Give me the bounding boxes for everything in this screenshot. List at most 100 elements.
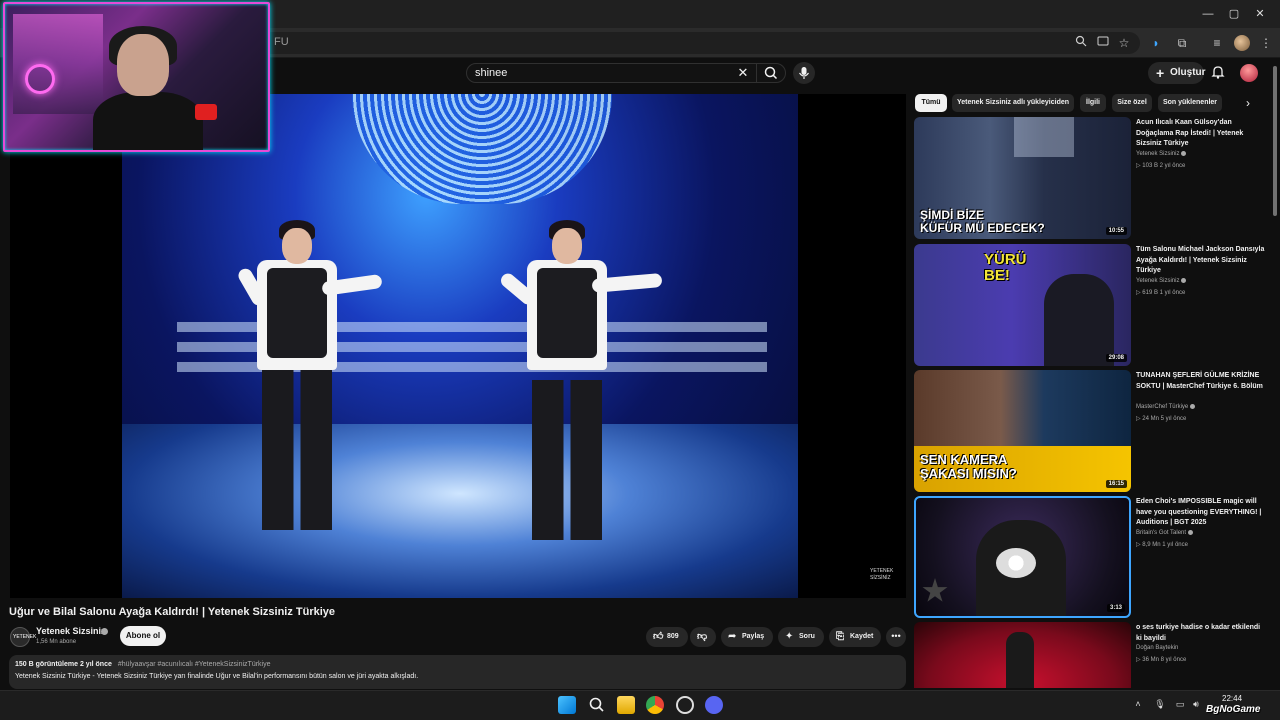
channel-name[interactable]: Yetenek Sizsiniz [36,626,106,636]
chevron-right-icon[interactable]: › [1240,94,1256,112]
chip-for-you[interactable]: Size özel [1112,94,1152,112]
search-query: shinee [475,67,508,79]
description-box[interactable]: 150 B görüntüleme 2 yıl önce #hülyaavşar… [9,655,906,689]
chip-from-uploader[interactable]: Yetenek Sizsiniz adlı yükleyiciden [952,94,1074,112]
recommendation-item[interactable]: o ses turkiye hadise o kadar etkilendi k… [914,622,1269,688]
save-button[interactable]: ⎘ Kaydet [829,627,881,647]
chip-all[interactable]: Tümü [915,94,947,112]
disco-light [352,94,612,204]
recommendation-item[interactable]: 3:13 Eden Choi's IMPOSSIBLE magic will h… [914,496,1269,618]
video-thumbnail[interactable]: SEN KAMERA ŞAKASI MISIN? 16:15 [914,370,1131,492]
verified-icon [1188,530,1194,535]
voice-search-button[interactable] [793,62,815,84]
recommendation-title[interactable]: o ses turkiye hadise o kadar etkilendi k… [1136,623,1266,644]
duration-badge: 29:08 [1105,354,1127,362]
extension-audio-icon[interactable]: ◗ [1148,35,1164,51]
share-button[interactable]: ➦ Paylaş [721,627,773,647]
windows-start-icon[interactable] [558,696,576,714]
recommendation-channel[interactable]: Britain's Got Talent [1136,530,1194,537]
subscriber-count: 1,56 Mn abone [36,639,77,645]
sparkle-icon: ✦ [785,631,794,642]
tray-network-icon[interactable]: ▭ [1174,698,1186,710]
ask-label: Soru [799,633,815,640]
webcam-neon-moon [25,64,55,94]
webcam-overlay [3,2,270,152]
discord-icon[interactable] [705,696,723,714]
tray-mic-icon[interactable]: 🎙︎ [1154,698,1166,710]
clear-search-icon[interactable]: ✕ [735,64,751,82]
maximize-icon[interactable]: ▢ [1226,6,1242,22]
create-button[interactable]: + Oluştur [1148,62,1206,84]
taskbar-clock[interactable]: 22:44 [1222,694,1242,703]
video-thumbnail[interactable] [914,622,1131,688]
chrome-icon[interactable] [646,696,664,714]
view-count: 150 B görüntüleme [15,661,79,668]
video-player[interactable] [10,94,906,598]
description-meta: 150 B görüntüleme 2 yıl önce #hülyaavşar… [15,661,271,668]
verified-icon [1181,151,1187,156]
recommendation-title[interactable]: TUNAHAN ŞEFLERİ GÜLME KRİZİNE SOKTU | Ma… [1136,371,1266,392]
description-text: Yetenek Sizsiniz Türkiye - Yetenek Sizsi… [15,673,419,680]
browser-profile-avatar[interactable] [1234,35,1250,51]
tray-chevron-icon[interactable]: ˄ [1132,698,1144,710]
channel-watermark: YETENEK SİZSİNİZ [870,568,894,581]
duration-badge: 10:55 [1105,227,1127,235]
taskbar-search-icon[interactable] [588,696,606,714]
zoom-icon[interactable] [1073,35,1089,51]
recommendation-item[interactable]: SEN KAMERA ŞAKASI MISIN? 16:15 TUNAHAN Ş… [914,370,1269,492]
recommendation-title[interactable]: Tüm Salonu Michael Jackson Dansıyla Ayağ… [1136,245,1266,277]
recommendation-channel[interactable]: Yetenek Sizsiniz [1136,278,1187,284]
verified-icon [1190,404,1196,409]
thumbs-up-icon: 👍︎ [653,631,664,642]
thumbnail-caption: SEN KAMERA ŞAKASI MISIN? [920,452,1017,481]
ask-button[interactable]: ✦ Soru [778,627,824,647]
video-thumbnail[interactable]: 3:13 [914,496,1131,618]
description-tags[interactable]: #hülyaavşar #acunılıcalı #YetenekSizsini… [118,661,271,668]
close-window-icon[interactable]: ✕ [1252,6,1268,22]
notifications-bell-icon[interactable] [1210,64,1226,80]
file-explorer-icon[interactable] [617,696,635,714]
extensions-puzzle-icon[interactable]: ⧉ [1174,35,1190,51]
recommendation-item[interactable]: YÜRÜ BE! 29:08 Tüm Salonu Michael Jackso… [914,244,1269,366]
app-icon[interactable] [676,696,694,714]
url-field[interactable]: FU [260,32,1140,54]
account-avatar[interactable] [1240,64,1258,82]
subscribe-button[interactable]: Abone ol [120,626,166,646]
thumbnail-caption: ŞİMDİ BİZE KÜFÜR MÜ EDECEK? [920,208,1045,235]
page-scrollbar[interactable] [1272,60,1278,688]
url-text: FU [274,36,289,48]
webcam-streamer-body [93,92,203,150]
search-button[interactable] [756,63,786,83]
recommendation-meta: ▷ 103 B 2 yıl önce [1136,163,1186,169]
recommendation-title[interactable]: Acun Ilıcalı Kaan Gülsoy'dan Doğaçlama R… [1136,118,1266,150]
chip-related[interactable]: İlgili [1080,94,1106,112]
save-label: Kaydet [850,633,874,640]
tray-volume-icon[interactable]: 🔊︎ [1190,698,1202,710]
recommendation-title[interactable]: Eden Choi's IMPOSSIBLE magic will have y… [1136,497,1266,529]
video-thumbnail[interactable]: ŞİMDİ BİZE KÜFÜR MÜ EDECEK? 10:55 [914,117,1131,239]
recommendation-channel[interactable]: Doğan Baytekin [1136,645,1178,651]
bookmark-star-icon[interactable]: ☆ [1116,35,1132,51]
install-app-icon[interactable] [1095,35,1111,51]
duration-badge: 3:13 [1106,604,1125,612]
share-arrow-icon: ➦ [728,631,737,642]
recommendation-channel-name: Britain's Got Talent [1136,530,1187,537]
recommendation-channel-name: Yetenek Sizsiniz [1136,151,1180,158]
channel-avatar[interactable]: YETENEK [10,627,36,647]
thumbnail-caption: YÜRÜ BE! [984,251,1027,284]
scrollbar-thumb[interactable] [1273,66,1277,216]
more-actions-icon[interactable]: ••• [886,627,906,647]
recommendation-item[interactable]: ŞİMDİ BİZE KÜFÜR MÜ EDECEK? 10:55 Acun I… [914,117,1269,239]
minimize-icon[interactable]: — [1200,6,1216,22]
chip-recent-uploads[interactable]: Son yüklenenler [1158,94,1222,112]
create-label: Oluştur [1170,67,1206,78]
recommendation-channel[interactable]: Yetenek Sizsiniz [1136,151,1187,158]
reading-list-icon[interactable]: ≡ [1209,35,1225,51]
video-thumbnail[interactable]: YÜRÜ BE! 29:08 [914,244,1131,366]
like-button[interactable]: 👍︎ 809 [646,627,688,647]
duration-badge: 16:15 [1105,480,1127,488]
recommendation-channel[interactable]: MasterChef Türkiye [1136,404,1196,410]
dislike-button[interactable]: 👎︎ [690,627,716,647]
verified-icon [1181,278,1187,283]
browser-menu-icon[interactable]: ⋮ [1258,35,1274,51]
